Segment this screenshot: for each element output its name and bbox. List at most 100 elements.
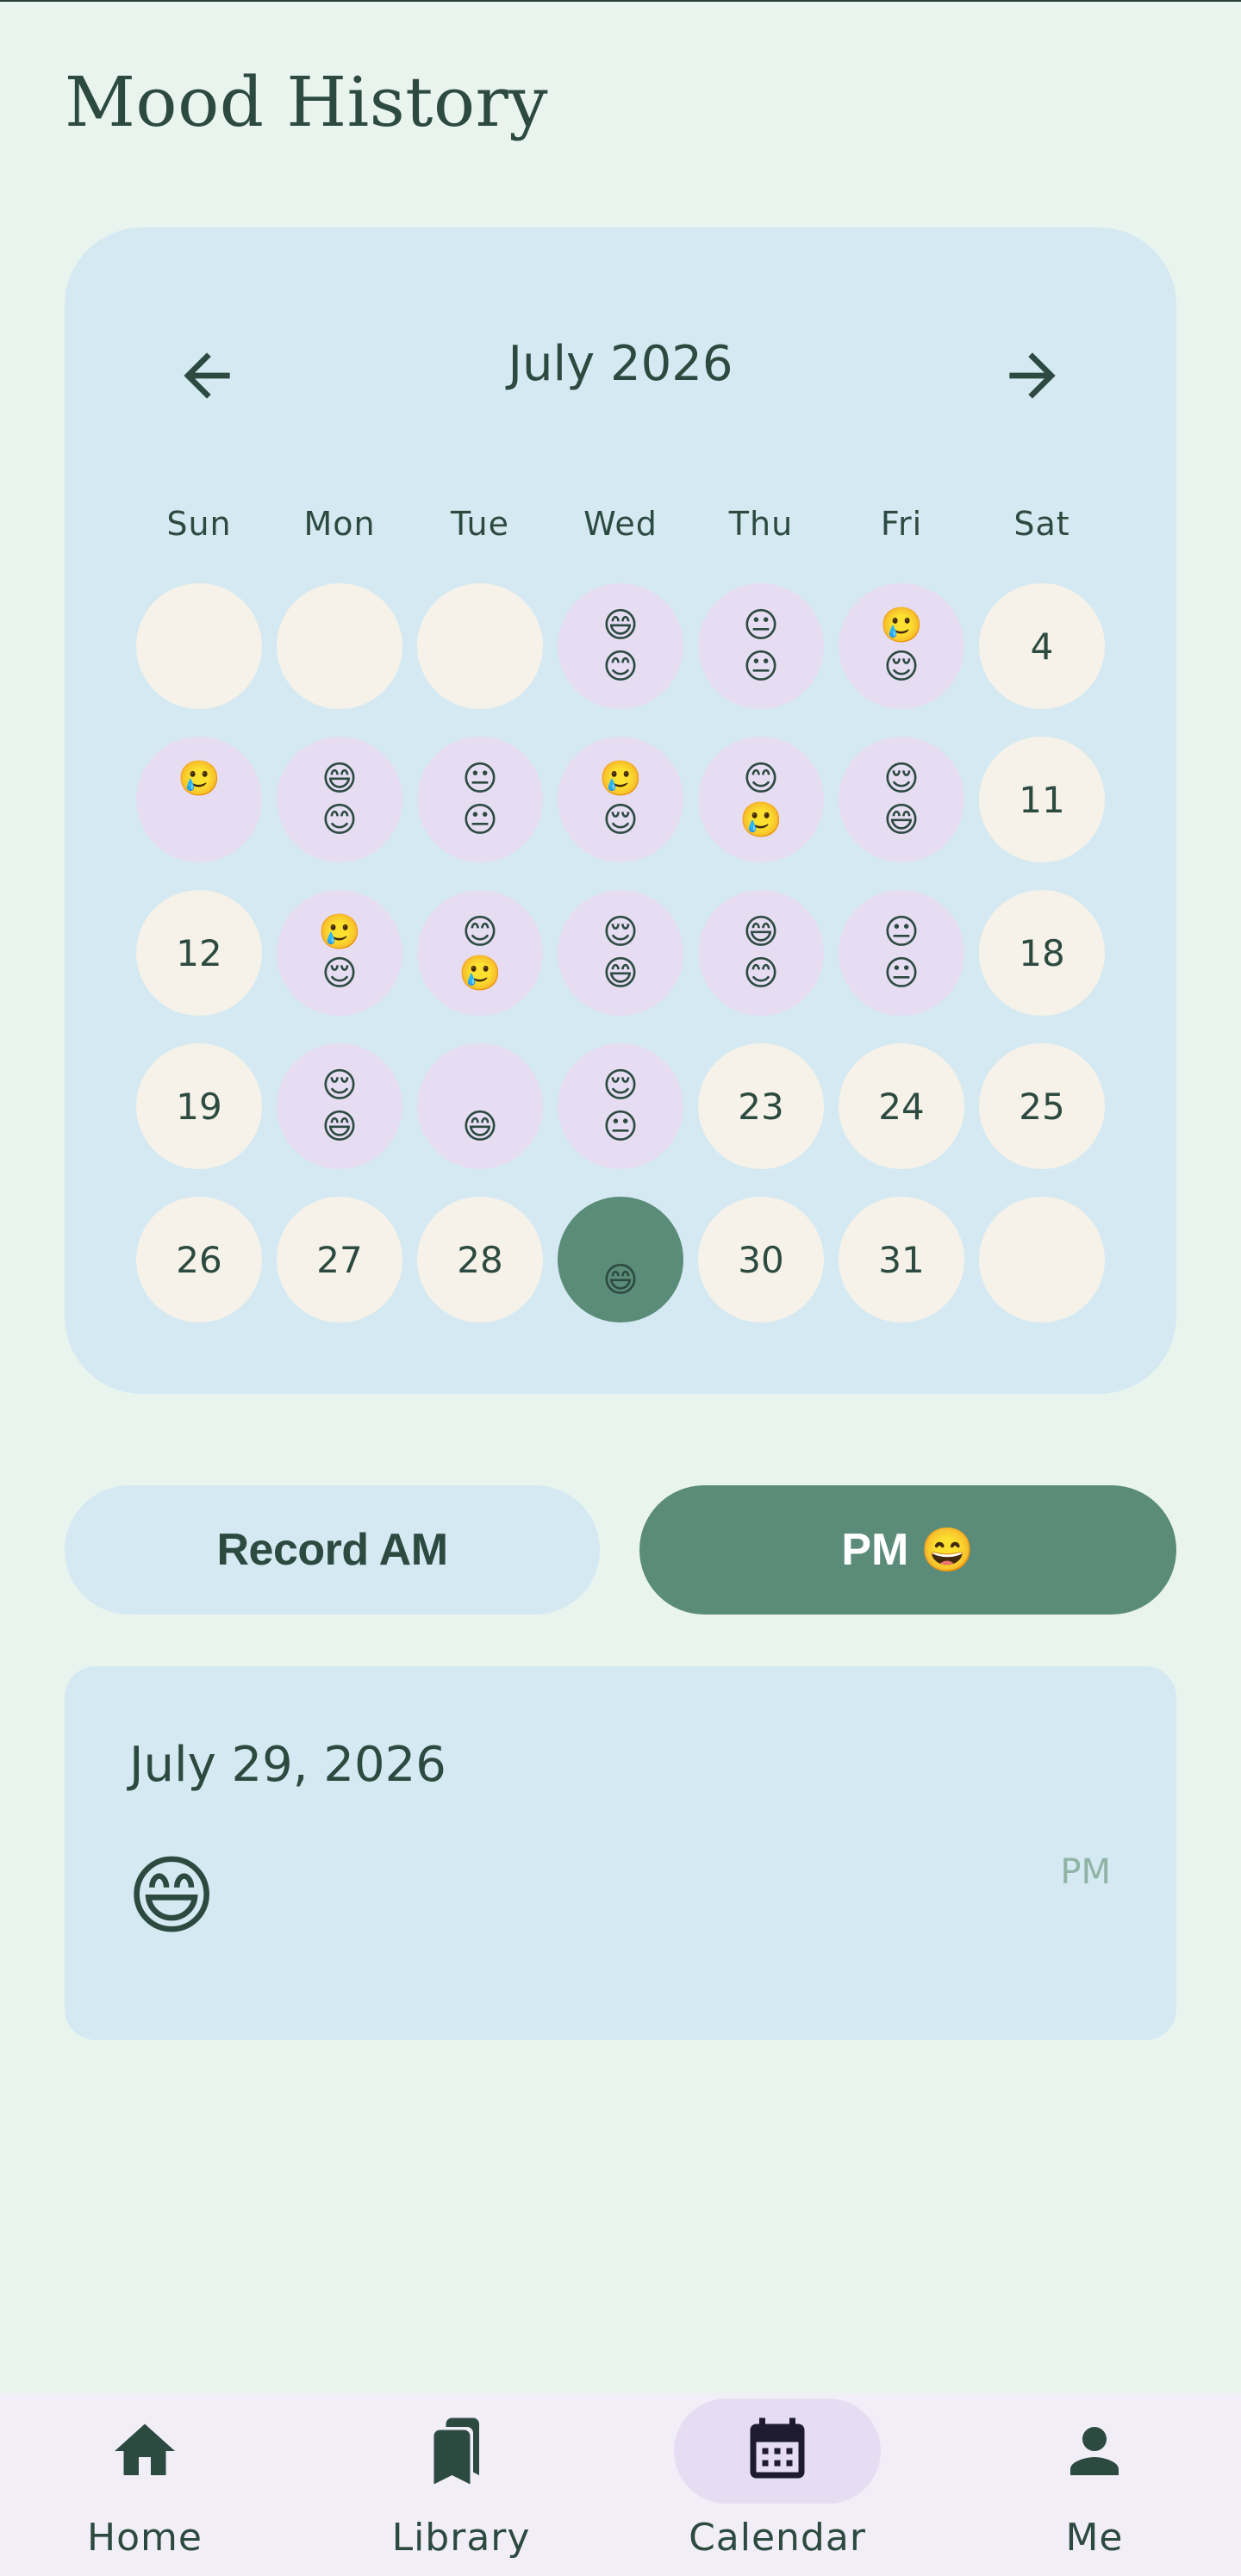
pm-mood-emoji: 😐 (743, 647, 779, 687)
pm-mood-button[interactable]: PM 😄 (639, 1485, 1176, 1615)
day-cell[interactable]: 11 (979, 737, 1105, 862)
weekday-4: Thu (728, 505, 794, 543)
pm-label: PM (841, 1525, 909, 1575)
weekday-3: Wed (583, 505, 658, 543)
day-number: 25 (1019, 1085, 1065, 1128)
page-title: Mood History (65, 62, 549, 142)
nav-home-icon-wrap (41, 2399, 248, 2504)
day-cell[interactable]: 😐 😐 (839, 890, 964, 1016)
detail-slot-label: PM (1060, 1852, 1111, 1892)
weekday-5: Fri (880, 505, 923, 543)
day-cell[interactable]: 19 (136, 1043, 262, 1169)
day-number: 12 (176, 931, 222, 974)
nav-calendar-label: Calendar (689, 2516, 866, 2560)
pm-mood-emoji: 😄 (883, 800, 920, 840)
am-mood-emoji: 😌 (602, 1066, 639, 1105)
pm-mood-emoji: 😄 (462, 1107, 498, 1147)
weekday-0: Sun (166, 505, 232, 543)
day-number: 11 (1019, 778, 1065, 821)
nav-home-label: Home (87, 2516, 203, 2560)
bottom-navigation: Home Library Calendar Me (0, 2393, 1241, 2576)
day-cell-selected[interactable]: 😄 (558, 1197, 683, 1322)
am-mood-emoji: 😊 (743, 759, 779, 799)
pm-mood-emoji: 😐 (602, 1107, 639, 1147)
day-cell[interactable]: 4 (979, 583, 1105, 709)
record-am-label: Record AM (216, 1525, 448, 1575)
day-cell[interactable]: 😄 😊 (698, 890, 824, 1016)
am-mood-emoji: 🥲 (880, 606, 923, 645)
nav-me[interactable]: Me (965, 2393, 1224, 2576)
nav-home[interactable]: Home (16, 2393, 274, 2576)
am-mood-emoji: 🥲 (178, 759, 221, 799)
nav-me-icon-wrap (991, 2399, 1198, 2504)
am-mood-emoji: 😌 (321, 1066, 358, 1105)
am-mood-emoji: 😌 (883, 759, 920, 799)
day-cell[interactable]: 27 (277, 1197, 402, 1322)
pm-emoji: 😄 (920, 1525, 975, 1574)
am-mood-emoji: 😐 (883, 912, 920, 952)
day-cell[interactable]: 😄 (417, 1043, 543, 1169)
pm-mood-emoji: 😌 (883, 647, 920, 687)
day-cell[interactable]: 28 (417, 1197, 543, 1322)
library-icon (433, 2417, 479, 2485)
day-cell[interactable]: 12 (136, 890, 262, 1016)
day-cell[interactable]: 24 (839, 1043, 964, 1169)
weekday-6: Sat (1013, 505, 1070, 543)
nav-library-label: Library (391, 2516, 531, 2560)
status-line (0, 0, 1241, 2)
day-cell[interactable]: 😊 🥲 (698, 737, 824, 862)
pm-mood-emoji: 😐 (462, 800, 498, 840)
pm-mood-emoji: 😄 (602, 1260, 639, 1300)
pm-mood-emoji: 😊 (602, 647, 639, 687)
day-cell[interactable]: 23 (698, 1043, 824, 1169)
am-mood-emoji: 😊 (462, 912, 498, 952)
day-number: 30 (738, 1238, 784, 1281)
day-number: 24 (878, 1085, 925, 1128)
day-cell[interactable]: 18 (979, 890, 1105, 1016)
day-cell[interactable]: 😄 😊 (558, 583, 683, 709)
am-mood-emoji: 😐 (462, 759, 498, 799)
nav-library-icon-wrap (358, 2399, 564, 2504)
day-cell[interactable]: 😌 😄 (839, 737, 964, 862)
calendar-icon (750, 2417, 805, 2479)
day-cell (136, 583, 262, 709)
next-month-button[interactable] (981, 324, 1084, 427)
day-cell[interactable]: 26 (136, 1197, 262, 1322)
day-cell[interactable]: 😄 😊 (277, 737, 402, 862)
nav-me-label: Me (1065, 2516, 1124, 2560)
day-number: 27 (316, 1238, 363, 1281)
day-cell[interactable]: 😐 😐 (417, 737, 543, 862)
day-cell (417, 583, 543, 709)
am-mood-emoji: 🥲 (599, 759, 642, 799)
detail-date: July 29, 2026 (129, 1737, 446, 1793)
day-number: 4 (1030, 625, 1054, 668)
day-cell[interactable]: 🥲 😌 (839, 583, 964, 709)
day-cell[interactable]: 30 (698, 1197, 824, 1322)
day-cell[interactable]: 🥲 (136, 737, 262, 862)
day-number: 19 (176, 1085, 222, 1128)
pm-mood-emoji: 😌 (602, 800, 639, 840)
day-cell[interactable]: 😌 😐 (558, 1043, 683, 1169)
pm-mood-emoji: 😌 (321, 954, 358, 993)
person-icon (1070, 2427, 1119, 2475)
am-mood-emoji: 😄 (602, 606, 639, 645)
day-number: 28 (457, 1238, 503, 1281)
pm-mood-emoji: 😄 (321, 1107, 358, 1147)
day-cell[interactable]: 31 (839, 1197, 964, 1322)
day-cell[interactable]: 25 (979, 1043, 1105, 1169)
am-mood-emoji: 🥲 (318, 912, 361, 952)
nav-library[interactable]: Library (332, 2393, 590, 2576)
day-cell[interactable]: 😌 😄 (277, 1043, 402, 1169)
day-cell[interactable]: 🥲 😌 (277, 890, 402, 1016)
record-am-button[interactable]: Record AM (65, 1485, 600, 1615)
day-number: 26 (176, 1238, 222, 1281)
calendar-header: July 2026 (65, 227, 1176, 512)
nav-calendar-icon-wrap (674, 2399, 881, 2504)
nav-calendar[interactable]: Calendar (648, 2393, 907, 2576)
day-cell[interactable]: 😊 🥲 (417, 890, 543, 1016)
day-cell[interactable]: 😐 😐 (698, 583, 824, 709)
day-cell[interactable]: 😌 😄 (558, 890, 683, 1016)
day-cell (979, 1197, 1105, 1322)
day-number: 23 (738, 1085, 784, 1128)
day-cell[interactable]: 🥲 😌 (558, 737, 683, 862)
